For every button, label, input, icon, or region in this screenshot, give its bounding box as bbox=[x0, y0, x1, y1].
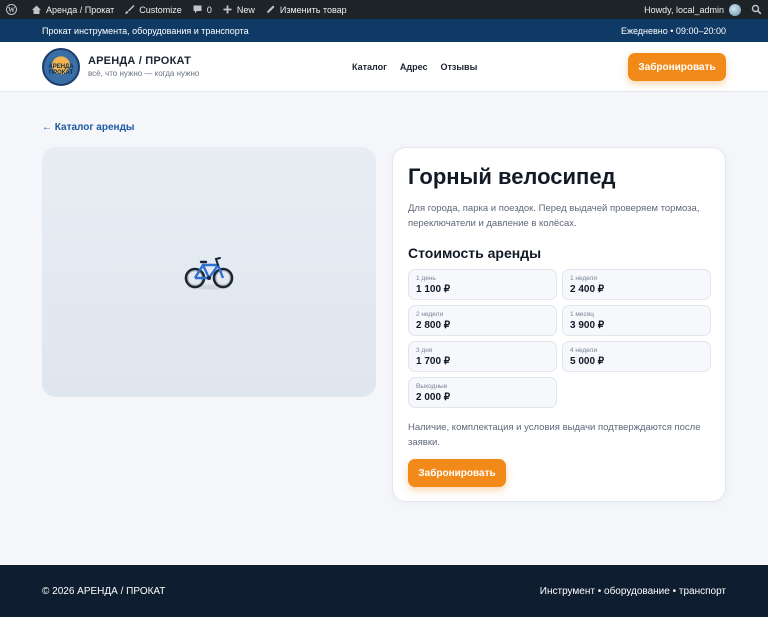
admin-site-link[interactable]: Аренда / Прокат bbox=[31, 4, 114, 15]
product-image bbox=[42, 147, 376, 397]
price-tile: Выходные 2 000 ₽ bbox=[408, 377, 557, 408]
book-button[interactable]: Забронировать bbox=[408, 459, 506, 487]
price-grid: 1 день 1 100 ₽ 1 неделя 2 400 ₽ 2 недели… bbox=[408, 269, 711, 408]
nav-item-address[interactable]: Адрес bbox=[400, 62, 428, 72]
brand-name: АРЕНДА / ПРОКАТ bbox=[88, 55, 191, 67]
price-tile: 1 неделя 2 400 ₽ bbox=[562, 269, 711, 300]
nav-item-catalog[interactable]: Каталог bbox=[352, 62, 387, 72]
price-tile: 2 недели 2 800 ₽ bbox=[408, 305, 557, 336]
price-tile: 1 день 1 100 ₽ bbox=[408, 269, 557, 300]
admin-customize-link[interactable]: Customize bbox=[124, 4, 182, 15]
footer-copyright: © 2026 АРЕНДА / ПРОКАТ bbox=[42, 585, 166, 597]
avatar[interactable] bbox=[729, 3, 741, 16]
back-to-catalog-link[interactable]: ← Каталог аренды bbox=[42, 122, 134, 133]
admin-howdy[interactable]: Howdy, local_admin bbox=[644, 5, 724, 15]
price-value: 2 400 ₽ bbox=[570, 284, 605, 295]
price-period: 1 месяц bbox=[570, 311, 594, 318]
admin-bar: W Аренда / Прокат Customize 0 New Измени… bbox=[0, 0, 768, 19]
admin-comments-count: 0 bbox=[206, 4, 212, 15]
price-period: 4 недели bbox=[570, 347, 598, 354]
wordpress-icon: W bbox=[6, 4, 17, 15]
price-period: 2 недели bbox=[416, 311, 444, 318]
product-description: Для города, парка и поездок. Перед выдач… bbox=[408, 203, 700, 229]
site-footer: © 2026 АРЕНДА / ПРОКАТ Инструмент • обор… bbox=[0, 565, 768, 617]
brand[interactable]: АРЕНДА / ПРОКАТ всё, что нужно — когда н… bbox=[88, 55, 199, 78]
product-title: Горный велосипед bbox=[408, 164, 616, 189]
price-value: 1 100 ₽ bbox=[416, 284, 451, 295]
admin-new-label: New bbox=[236, 4, 255, 15]
plus-icon bbox=[222, 4, 233, 15]
price-value: 2 800 ₽ bbox=[416, 320, 451, 331]
header-book-button[interactable]: Забронировать bbox=[628, 53, 726, 81]
footer-tagline: Инструмент • оборудование • транспорт bbox=[539, 585, 726, 597]
admin-site-label: Аренда / Прокат bbox=[46, 4, 115, 15]
search-icon[interactable] bbox=[751, 4, 762, 15]
site-logo[interactable]: АРЕНДА ПРОКАТ bbox=[42, 47, 80, 86]
pencil-icon bbox=[265, 4, 276, 15]
info-bar: Прокат инструмента, оборудования и транс… bbox=[0, 19, 768, 42]
brush-icon bbox=[124, 4, 135, 15]
price-period: 1 неделя bbox=[570, 275, 597, 282]
comment-icon bbox=[192, 4, 203, 15]
price-tile: 3 дня 1 700 ₽ bbox=[408, 341, 557, 372]
logo-text: АРЕНДА ПРОКАТ bbox=[48, 63, 74, 76]
price-period: 1 день bbox=[416, 275, 436, 282]
price-tile: 4 недели 5 000 ₽ bbox=[562, 341, 711, 372]
home-icon bbox=[31, 4, 42, 15]
admin-edit-label: Изменить товар bbox=[279, 4, 347, 15]
price-period: 3 дня bbox=[416, 347, 433, 354]
admin-edit-link[interactable]: Изменить товар bbox=[265, 4, 347, 15]
price-value: 3 900 ₽ bbox=[570, 320, 605, 331]
bicycle-icon bbox=[184, 257, 234, 290]
brand-tagline: всё, что нужно — когда нужно bbox=[88, 69, 200, 78]
admin-comments-link[interactable]: 0 bbox=[192, 4, 212, 15]
price-tile: 1 месяц 3 900 ₽ bbox=[562, 305, 711, 336]
price-period: Выходные bbox=[416, 383, 448, 390]
price-value: 2 000 ₽ bbox=[416, 392, 451, 403]
product-card: Горный велосипед Для города, парка и пое… bbox=[392, 147, 726, 502]
availability-note: Наличие, комплектация и условия выдачи п… bbox=[408, 422, 701, 448]
wordpress-logo[interactable]: W bbox=[6, 4, 21, 15]
info-bar-hours: Ежедневно • 09:00–20:00 bbox=[620, 25, 726, 36]
main-nav: Каталог Адрес Отзывы bbox=[352, 62, 490, 72]
admin-new-link[interactable]: New bbox=[222, 4, 255, 15]
nav-item-reviews[interactable]: Отзывы bbox=[440, 62, 477, 72]
prices-heading: Стоимость аренды bbox=[408, 245, 542, 261]
info-bar-services: Прокат инструмента, оборудования и транс… bbox=[42, 25, 249, 36]
site-header: АРЕНДА ПРОКАТ АРЕНДА / ПРОКАТ всё, что н… bbox=[0, 42, 768, 92]
svg-text:W: W bbox=[8, 6, 15, 14]
price-value: 1 700 ₽ bbox=[416, 356, 451, 367]
price-value: 5 000 ₽ bbox=[570, 356, 605, 367]
admin-customize-label: Customize bbox=[139, 4, 182, 15]
